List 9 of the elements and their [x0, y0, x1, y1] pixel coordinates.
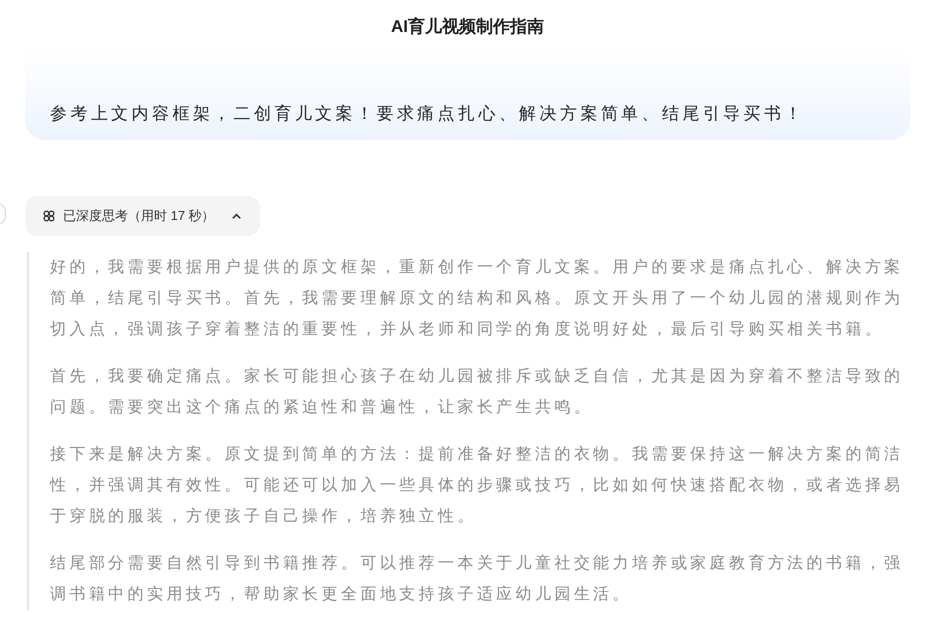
thinking-toggle[interactable]: 已深度思考（用时 17 秒）	[25, 196, 260, 236]
thinking-icon	[43, 210, 55, 222]
page-title: AI育儿视频制作指南	[391, 16, 544, 38]
thinking-paragraph: 结尾部分需要自然引导到书籍推荐。可以推荐一本关于儿童社交能力培养或家庭教育方法的书籍，强调书籍中的实用技巧，帮助家长更全面地支持孩子适应幼儿园生活。	[50, 553, 905, 605]
thinking-paragraph: 接下来是解决方案。原文提到简单的方法：提前准备好整洁的衣物。我需要保持这一解决方案的简洁性，并强调其有效性。可能还可以加入一些具体的步骤或技巧，比如如何快速搭配衣物，或者选择易于穿脱的服装，方便孩子自己操作，培养独立性。	[50, 444, 905, 527]
thinking-paragraph: 首先，我要确定痛点。家长可能担心孩子在幼儿园被排斥或缺乏自信，尤其是因为穿着不整洁导致的问题。需要突出这个痛点的紧迫性和普遍性，让家长产生共鸣。	[50, 366, 905, 418]
user-message-text: 参考上文内容框架，二创育儿文案！要求痛点扎心、解决方案简单、结尾引导买书！	[50, 102, 805, 124]
thinking-paragraph: 好的，我需要根据用户提供的原文框架，重新创作一个育儿文案。用户的要求是痛点扎心、解决方案简单，结尾引导买书。首先，我需要理解原文的结构和风格。原文开头用了一个幼儿园的潜规则作为切入点，强调孩子穿着整洁的重要性，并从老师和同学的角度说明好处，最后引导购买相关书籍。	[50, 257, 905, 340]
chevron-icon	[230, 210, 242, 222]
